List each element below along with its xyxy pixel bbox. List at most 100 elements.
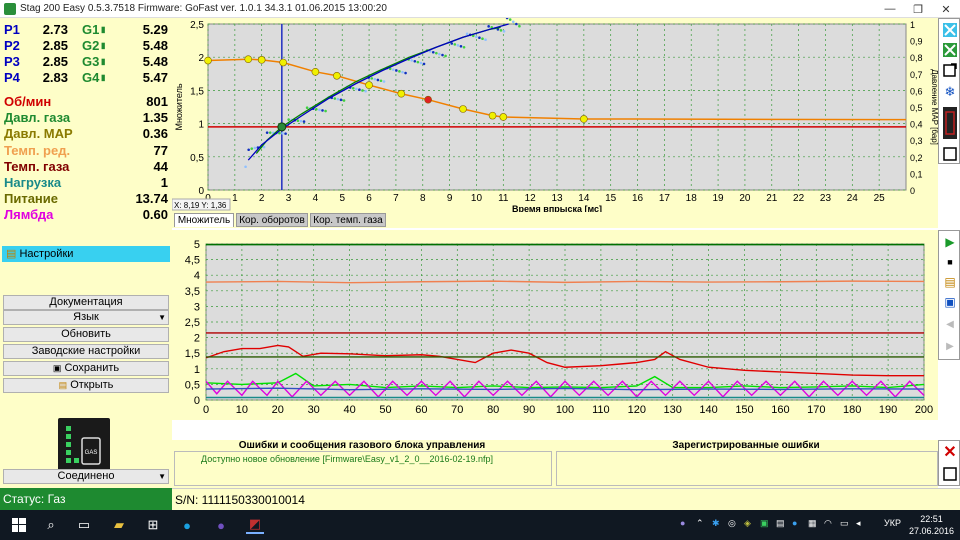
registered-errors-list[interactable] (556, 451, 938, 486)
settings-header[interactable]: ▤ Настройки (2, 246, 170, 262)
reading-value: 13.74 (135, 191, 168, 207)
scatter-point (268, 131, 272, 134)
blank-square-icon[interactable] (941, 145, 959, 163)
reading-value: 0.60 (142, 207, 168, 223)
scatter-point (250, 147, 254, 150)
cursor-readout: X: 8,19 Y: 1,36 (174, 201, 227, 210)
chevron-up-icon[interactable]: ⌃ (696, 518, 704, 529)
save-disk-icon[interactable]: ▣ (941, 293, 959, 311)
y-tick-label: 2,5 (190, 20, 204, 31)
language-dropdown[interactable]: Язык ▼ (3, 310, 169, 325)
reading-label: Об/мин (4, 94, 52, 109)
keyboard-language[interactable]: УКР (884, 518, 901, 528)
x-tick-label: 10 (471, 193, 483, 204)
battery-icon[interactable]: ▭ (840, 518, 849, 529)
y-tick-label: 2 (198, 53, 204, 64)
clock[interactable]: 22:51 27.06.2016 (909, 513, 954, 537)
window-mode-icon[interactable] (941, 61, 959, 79)
skype-icon[interactable]: ● (178, 516, 196, 534)
snowflake-icon[interactable]: ❄ (941, 83, 959, 101)
blank-square-icon[interactable] (941, 465, 959, 483)
gas-icon-label: GAS (85, 450, 98, 456)
update-button[interactable]: Обновить (3, 327, 169, 342)
ecu-errors-list[interactable]: Доступно новое обновление [Firmware\Easy… (174, 451, 552, 486)
play-icon[interactable]: ▶ (941, 233, 959, 251)
x-tick-label: 16 (632, 193, 644, 204)
autocalibration-icon[interactable] (941, 21, 959, 39)
accept-icon[interactable] (941, 41, 959, 59)
close-window-button[interactable]: ✕ (932, 0, 960, 18)
search-icon[interactable]: ⌕ (42, 516, 60, 534)
skype-tray-icon[interactable]: ● (792, 518, 797, 528)
gas-time-value: 5.47 (142, 70, 168, 85)
wifi-icon[interactable]: ◠ (824, 518, 832, 529)
oscilloscope-panel: 0 10 20 30 40 50 60 70 80 90 100 110 120 130 140 150 160… (172, 230, 938, 420)
map-point (397, 89, 406, 98)
map-sensor-gauge-icon (941, 105, 959, 141)
viber-icon[interactable]: ● (212, 516, 230, 534)
factory-settings-button[interactable]: Заводские настройки (3, 344, 169, 359)
connection-status-dropdown[interactable]: Соединено ▼ (3, 469, 169, 484)
minimize-button[interactable]: — (876, 0, 904, 18)
oscilloscope-chart[interactable]: 0 10 20 30 40 50 60 70 80 90 100 110 120 130 140 150 160… (172, 230, 938, 420)
volume-icon[interactable]: ◂ (856, 518, 861, 529)
y-tick-label: 1 (194, 364, 200, 376)
save-button[interactable]: ▣ Сохранить (3, 361, 169, 376)
y-axis-label: Множитель (174, 83, 184, 130)
map-point (244, 55, 253, 63)
clear-errors-icon[interactable]: ✕ (941, 443, 959, 461)
clock-time: 22:51 (920, 514, 943, 524)
y2-tick-label: 0,9 (910, 37, 923, 47)
scatter-point (444, 54, 447, 58)
multiplier-chart[interactable]: 0123456789101112131415161718192021222324… (171, 16, 939, 214)
scatter-point (502, 30, 506, 33)
y2-tick-label: 0,4 (910, 120, 923, 130)
store-icon[interactable]: ⊞ (144, 516, 162, 534)
gas-tray-icon[interactable]: ▣ (760, 518, 769, 529)
stag-app-taskbar-icon[interactable]: ◩ (246, 516, 264, 534)
scatter-point (410, 59, 414, 62)
factory-settings-label: Заводские настройки (31, 345, 141, 357)
y2-tick-label: 0,8 (910, 53, 923, 63)
bluetooth-icon[interactable]: ✱ (712, 518, 720, 529)
x-tick-label: 19 (713, 193, 725, 204)
stop-icon[interactable]: ■ (941, 253, 959, 271)
restore-button[interactable]: ❐ (904, 0, 932, 18)
scatter-point (358, 88, 361, 92)
y2-tick-label: 0,5 (910, 103, 923, 113)
task-view-icon[interactable]: ▭ (75, 516, 93, 534)
tab-multiplier[interactable]: Множитель (174, 213, 234, 227)
scatter-point (438, 52, 441, 56)
file-explorer-icon[interactable]: ▰ (110, 516, 128, 534)
x-tick-label: 2 (259, 193, 265, 204)
scatter-point (247, 148, 250, 152)
y-tick-label: 4,5 (185, 255, 200, 267)
scatter-point (336, 97, 340, 101)
gas-time-label: G1 (82, 22, 100, 37)
step-back-icon[interactable]: ◀ (941, 315, 959, 333)
windows-start-icon[interactable] (10, 516, 28, 534)
gas-time-value: 5.48 (142, 54, 168, 69)
documentation-button[interactable]: Документация (3, 295, 169, 310)
y-tick-label: 5 (194, 239, 200, 251)
ecu-errors-header: Ошибки и сообщения газового блока управл… (238, 440, 486, 451)
tab-gas-temp-correction[interactable]: Кор. темп. газа (310, 213, 386, 227)
tab-rpm-correction[interactable]: Кор. оборотов (236, 213, 308, 227)
reading-label: Темп. ред. (4, 142, 71, 158)
scatter-point (401, 70, 404, 74)
scatter-point (318, 108, 321, 112)
x-tick-label: 21 (766, 193, 778, 204)
step-forward-icon[interactable]: ▶ (941, 337, 959, 355)
folder-open-icon[interactable]: ▤ (941, 273, 959, 291)
y-tick-label: 1 (198, 120, 204, 131)
action-center-icon[interactable]: ▦ (808, 518, 817, 529)
x-tick-label: 30 (308, 404, 320, 416)
network-tray-icon[interactable]: ▤ (776, 518, 785, 529)
viber-tray-icon[interactable]: ● (680, 518, 685, 528)
open-button[interactable]: ▤ Открыть (3, 378, 169, 393)
sync-icon[interactable]: ◎ (728, 518, 736, 529)
app-tray-icon[interactable]: ◈ (744, 518, 751, 529)
scatter-point (284, 132, 287, 135)
clock-date: 27.06.2016 (908, 526, 954, 536)
scatter-point (511, 20, 515, 24)
